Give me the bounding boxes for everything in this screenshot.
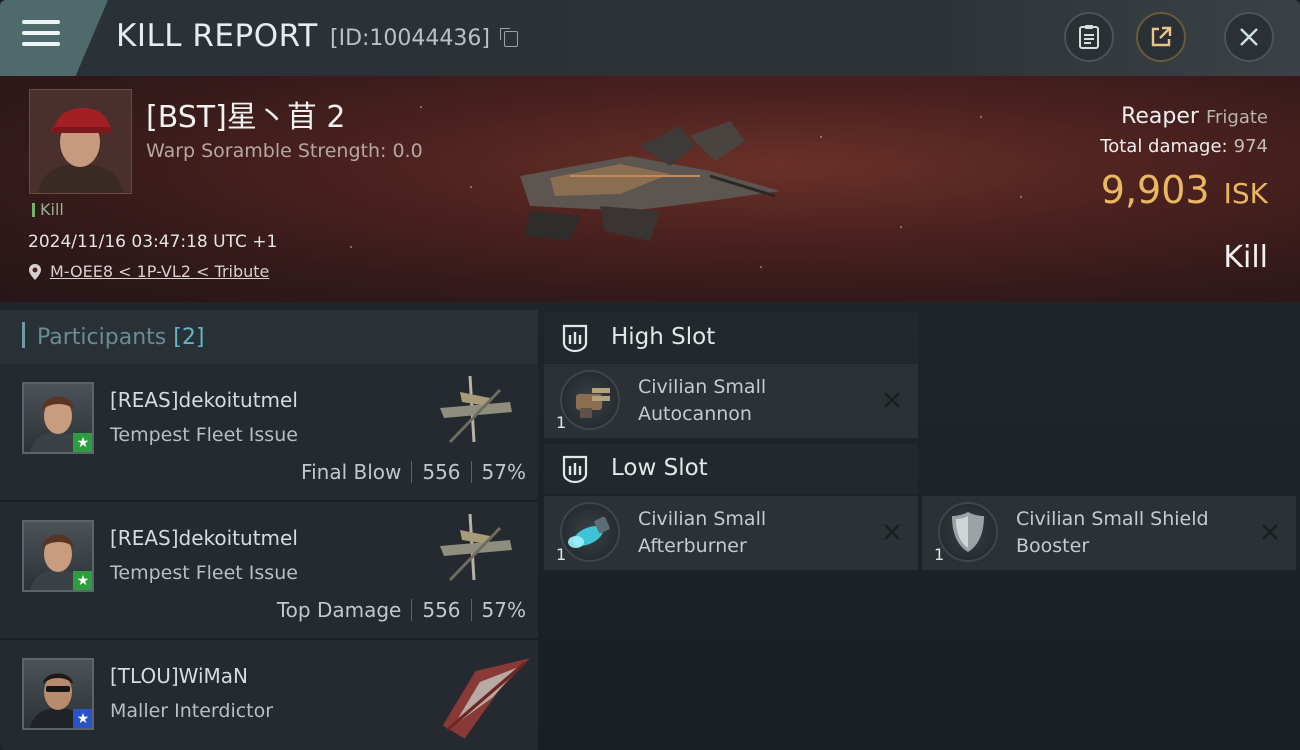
participant-ship: Maller Interdictor <box>110 700 274 722</box>
participants-header: Participants [2] <box>0 310 538 364</box>
participant-avatar[interactable]: ★ <box>22 658 94 730</box>
module-name: Civilian Small Afterburner <box>638 506 766 560</box>
module-item[interactable]: 1 Civilian Small Autocannon <box>544 364 918 438</box>
module-icon <box>560 502 620 562</box>
participant-percent: 57% <box>481 460 526 484</box>
low-slot-header: Low Slot <box>544 444 918 494</box>
kill-report-window: KILL REPORT [ID:10044436] [BST]星丶苜 2 War… <box>0 0 1300 750</box>
module-quantity: 1 <box>934 545 945 564</box>
participant-role: Top Damage <box>276 598 402 622</box>
total-damage-label: Total damage: <box>1100 136 1228 157</box>
participant-ship-image <box>440 513 512 582</box>
participant-avatar[interactable]: ★ <box>22 382 94 454</box>
star-badge-icon: ★ <box>73 709 92 728</box>
participant-stats: Top Damage 556 57% <box>277 598 526 622</box>
kill-tag: Kill <box>32 200 64 219</box>
participants-label: Participants <box>37 325 167 350</box>
isk-value: 9,903 <box>1100 168 1210 212</box>
module-name-line: Civilian Small Shield <box>1016 508 1209 530</box>
share-button[interactable] <box>1136 12 1186 62</box>
remove-module-icon[interactable] <box>878 518 906 546</box>
ship-class: Frigate <box>1205 107 1268 128</box>
module-name-line: Civilian Small <box>638 508 767 530</box>
participant-ship: Tempest Fleet Issue <box>110 562 298 584</box>
victim-name[interactable]: [BST]星丶苜 2 <box>146 92 345 136</box>
victim-banner: [BST]星丶苜 2 Warp Soramble Strength: 0.0 K… <box>0 76 1300 302</box>
remove-module-icon[interactable] <box>878 386 906 414</box>
star-badge-icon: ★ <box>73 571 92 590</box>
header-bar: KILL REPORT [ID:10044436] <box>0 0 1300 76</box>
location-link[interactable]: M-OEE8 < 1P-VL2 < Tribute <box>28 262 269 281</box>
pilot-portrait-icon <box>30 90 131 193</box>
participant-damage: 556 <box>422 598 461 622</box>
location-text[interactable]: M-OEE8 < 1P-VL2 < Tribute <box>50 262 269 281</box>
menu-icon[interactable] <box>22 20 60 50</box>
page-title: KILL REPORT <box>116 18 318 54</box>
participant-avatar[interactable]: ★ <box>22 520 94 592</box>
participant-ship: Tempest Fleet Issue <box>110 424 298 446</box>
low-slot-icon <box>562 455 588 484</box>
participant-name[interactable]: [REAS]dekoitutmel <box>110 526 298 550</box>
remove-module-icon[interactable] <box>1256 518 1284 546</box>
participant-row[interactable]: ★ [TLOU]WiMaN Maller Interdictor <box>0 640 538 750</box>
participants-title: Participants [2] <box>22 322 204 350</box>
kill-result-label: Kill <box>1223 240 1268 275</box>
participant-ship-image <box>440 375 512 444</box>
high-slot-title: High Slot <box>611 324 716 350</box>
participant-name[interactable]: [REAS]dekoitutmel <box>110 388 298 412</box>
victim-ship-image <box>520 121 780 241</box>
participant-row[interactable]: ★ [REAS]dekoitutmel Tempest Fleet Issue … <box>0 364 538 501</box>
module-item[interactable]: 1 Civilian Small Afterburner <box>544 496 918 570</box>
victim-avatar[interactable] <box>29 89 132 194</box>
star-badge-icon: ★ <box>73 433 92 452</box>
isk-value-row: 9,903 ISK <box>1101 168 1268 212</box>
total-damage-value: 974 <box>1233 136 1268 157</box>
participant-percent: 57% <box>481 598 526 622</box>
module-name-line: Autocannon <box>638 403 752 425</box>
participants-count: [2] <box>173 325 205 350</box>
clipboard-icon <box>1079 25 1099 49</box>
total-damage: Total damage: 974 <box>1100 136 1268 157</box>
participant-row[interactable]: ★ [REAS]dekoitutmel Tempest Fleet Issue … <box>0 502 538 639</box>
shield-booster-icon <box>952 512 984 552</box>
kill-timestamp: 2024/11/16 03:47:18 UTC +1 <box>28 232 278 252</box>
autocannon-icon <box>576 388 610 418</box>
participant-name[interactable]: [TLOU]WiMaN <box>110 664 248 688</box>
module-name: Civilian Small Autocannon <box>638 374 766 428</box>
isk-unit: ISK <box>1223 177 1268 210</box>
participant-role: Final Blow <box>301 460 402 484</box>
high-slot-icon <box>562 324 588 353</box>
module-icon <box>560 370 620 430</box>
close-icon <box>1240 28 1258 46</box>
share-icon <box>1151 26 1172 47</box>
report-id: [ID:10044436] <box>330 26 490 51</box>
location-pin-icon <box>29 263 41 280</box>
afterburner-icon <box>568 516 610 548</box>
clipboard-button[interactable] <box>1064 12 1114 62</box>
low-slot-title: Low Slot <box>611 455 708 481</box>
participant-stats: Final Blow 556 57% <box>301 460 526 484</box>
module-icon <box>938 502 998 562</box>
participant-damage: 556 <box>422 460 461 484</box>
warp-scramble-strength: Warp Soramble Strength: 0.0 <box>146 140 423 162</box>
module-name: Civilian Small Shield Booster <box>1016 506 1209 560</box>
module-quantity: 1 <box>556 545 567 564</box>
copy-icon[interactable] <box>500 28 518 47</box>
close-button[interactable] <box>1224 12 1274 62</box>
module-name-line: Booster <box>1016 535 1090 557</box>
participant-ship-image <box>442 658 530 739</box>
module-name-line: Afterburner <box>638 535 747 557</box>
module-quantity: 1 <box>556 413 567 432</box>
module-name-line: Civilian Small <box>638 376 767 398</box>
high-slot-header: High Slot <box>544 313 918 363</box>
ship-type[interactable]: Reaper Frigate <box>1121 104 1268 129</box>
module-item[interactable]: 1 Civilian Small Shield Booster <box>922 496 1296 570</box>
ship-name: Reaper <box>1121 104 1199 129</box>
